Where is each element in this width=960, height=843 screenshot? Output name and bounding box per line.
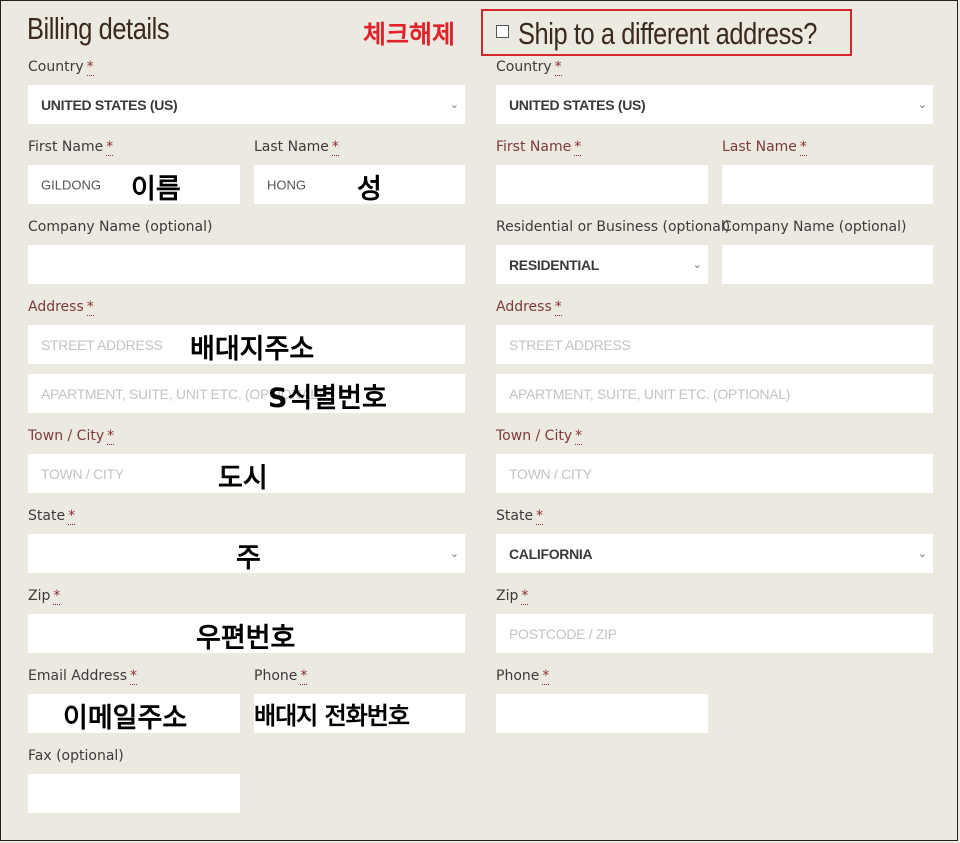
shipping-state-label: State *: [496, 508, 544, 525]
required-mark: *: [521, 588, 529, 605]
chevron-down-icon: ⌄: [449, 97, 459, 111]
billing-apartment-input[interactable]: APARTMENT, SUITE, UNIT ETC. (OPTIONAL) S…: [28, 374, 465, 414]
billing-title: Billing details: [27, 11, 170, 46]
billing-country-select[interactable]: UNITED STATES (US) ⌄: [28, 85, 465, 124]
billing-country-label: Country *: [28, 59, 94, 76]
billing-phone-label: Phone *: [254, 668, 308, 685]
shipping-town-label: Town / City *: [496, 428, 583, 445]
billing-last-name-input[interactable]: HONG 성: [254, 165, 465, 205]
shipping-state-select[interactable]: CALIFORNIA ⌄: [496, 534, 933, 573]
shipping-zip-label: Zip *: [496, 588, 529, 605]
required-mark: *: [536, 508, 544, 525]
billing-town-label: Town / City *: [28, 428, 115, 445]
billing-email-input[interactable]: 이메일주소: [28, 694, 240, 734]
ship-different-label: Ship to a different address?: [518, 16, 817, 51]
chevron-down-icon: ⌄: [917, 546, 927, 560]
shipping-town-input[interactable]: TOWN / CITY: [496, 454, 933, 493]
chevron-down-icon: ⌄: [692, 257, 702, 271]
shipping-zip-input[interactable]: POSTCODE / ZIP: [496, 614, 933, 653]
required-mark: *: [542, 668, 550, 685]
shipping-address-label: Address *: [496, 299, 562, 316]
required-mark: *: [68, 508, 76, 525]
shipping-town-placeholder: TOWN / CITY: [509, 465, 592, 482]
shipping-residential-select[interactable]: RESIDENTIAL ⌄: [496, 245, 708, 284]
billing-phone-input[interactable]: 배대지 전화번호: [254, 694, 465, 733]
shipping-country-label: Country *: [496, 59, 562, 76]
billing-first-name-input[interactable]: GILDONG 이름: [28, 165, 240, 205]
required-mark: *: [331, 139, 339, 156]
shipping-apartment-placeholder: APARTMENT, SUITE, UNIT ETC. (OPTIONAL): [509, 385, 791, 402]
billing-street-input[interactable]: STREET ADDRESS 배대지주소: [28, 325, 465, 365]
shipping-last-name-label: Last Name *: [722, 139, 807, 156]
required-mark: *: [574, 139, 582, 156]
chevron-down-icon: ⌄: [917, 97, 927, 111]
billing-zip-label: Zip *: [28, 588, 61, 605]
billing-town-input[interactable]: TOWN / CITY 도시: [28, 454, 465, 494]
shipping-phone-input[interactable]: [496, 694, 708, 733]
required-mark: *: [53, 588, 61, 605]
required-mark: *: [86, 299, 94, 316]
shipping-company-label: Company Name (optional): [722, 219, 907, 235]
billing-fax-input[interactable]: [28, 774, 240, 813]
required-mark: *: [86, 59, 94, 76]
billing-company-input[interactable]: [28, 245, 465, 284]
shipping-state-value: CALIFORNIA: [509, 545, 593, 562]
billing-company-label: Company Name (optional): [28, 219, 213, 235]
required-mark: *: [554, 59, 562, 76]
billing-town-placeholder: TOWN / CITY: [41, 465, 124, 482]
billing-state-label: State *: [28, 508, 76, 525]
billing-email-label: Email Address *: [28, 668, 138, 685]
billing-address-label: Address *: [28, 299, 94, 316]
billing-last-name-value: HONG: [267, 177, 306, 192]
shipping-zip-placeholder: POSTCODE / ZIP: [509, 625, 617, 642]
billing-country-value: UNITED STATES (US): [41, 96, 178, 113]
billing-first-name-label: First Name *: [28, 139, 114, 156]
shipping-phone-label: Phone *: [496, 668, 550, 685]
shipping-company-input[interactable]: [722, 245, 933, 284]
required-mark: *: [130, 668, 138, 685]
shipping-country-value: UNITED STATES (US): [509, 96, 646, 113]
required-mark: *: [300, 668, 308, 685]
chevron-down-icon: ⌄: [449, 546, 459, 560]
billing-zip-input[interactable]: 우편번호: [28, 614, 465, 654]
shipping-apartment-input[interactable]: APARTMENT, SUITE, UNIT ETC. (OPTIONAL): [496, 374, 933, 413]
annotation-address: 배대지주소: [190, 334, 315, 365]
shipping-first-name-label: First Name *: [496, 139, 582, 156]
shipping-first-name-input[interactable]: [496, 165, 708, 204]
annotation-zip: 우편번호: [196, 623, 296, 654]
annotation-name: 이름: [131, 174, 181, 205]
annotation-state: 주: [236, 543, 261, 574]
billing-first-name-value: GILDONG: [41, 177, 101, 192]
ship-different-box[interactable]: Ship to a different address?: [481, 9, 852, 56]
billing-last-name-label: Last Name *: [254, 139, 339, 156]
required-mark: *: [107, 428, 115, 445]
annotation-surname: 성: [357, 174, 382, 205]
required-mark: *: [799, 139, 807, 156]
annotation-s-id: S식별번호: [268, 383, 387, 414]
annotation-city: 도시: [218, 463, 268, 494]
shipping-last-name-input[interactable]: [722, 165, 933, 204]
annotation-phone: 배대지 전화번호: [254, 702, 410, 730]
shipping-street-placeholder: STREET ADDRESS: [509, 336, 631, 353]
required-mark: *: [554, 299, 562, 316]
shipping-street-input[interactable]: STREET ADDRESS: [496, 325, 933, 364]
ship-different-checkbox[interactable]: [496, 25, 509, 38]
required-mark: *: [575, 428, 583, 445]
required-mark: *: [106, 139, 114, 156]
billing-state-select[interactable]: 주 ⌄: [28, 534, 465, 574]
billing-street-placeholder: STREET ADDRESS: [41, 336, 163, 353]
annotation-uncheck: 체크해제: [363, 20, 456, 49]
shipping-residential-label: Residential or Business (optional): [496, 219, 731, 235]
shipping-residential-value: RESIDENTIAL: [509, 256, 600, 273]
shipping-country-select[interactable]: UNITED STATES (US) ⌄: [496, 85, 933, 124]
billing-fax-label: Fax (optional): [28, 748, 124, 764]
annotation-email: 이메일주소: [63, 703, 188, 734]
